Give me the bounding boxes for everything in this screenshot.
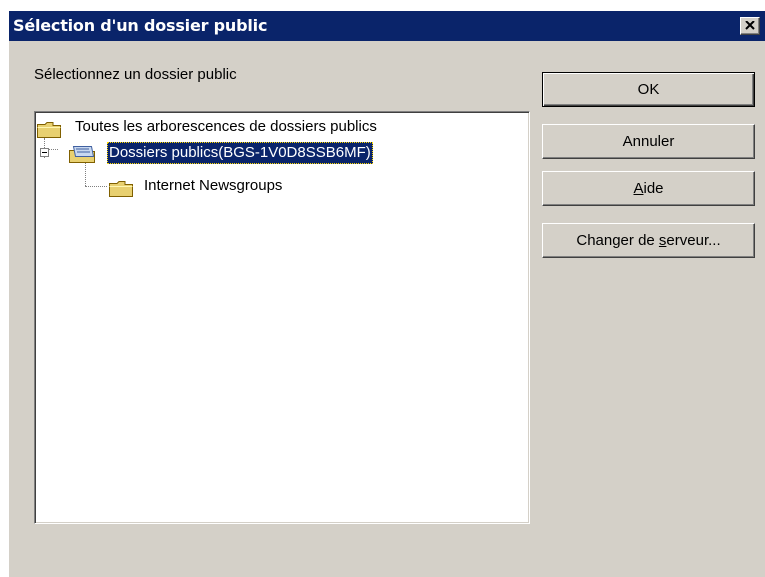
help-button[interactable]: Aide (542, 171, 755, 206)
tree-node-root[interactable]: Toutes les arborescences de dossiers pub… (35, 116, 505, 138)
button-label: ide (643, 180, 664, 197)
close-button[interactable] (740, 17, 760, 35)
ok-button[interactable]: OK (542, 72, 755, 107)
tree-node-server[interactable]: Dossiers publics(BGS-1V0D8SSB6MF) (35, 142, 505, 164)
button-label: Changer de (576, 232, 659, 249)
dialog-window: Sélection d'un dossier public Sélectionn… (8, 10, 765, 577)
cancel-button[interactable]: Annuler (542, 124, 755, 159)
tree-node-label: Toutes les arborescences de dossiers pub… (75, 118, 377, 135)
close-icon (745, 21, 755, 30)
folder-icon (109, 181, 133, 197)
mnemonic-letter: A (633, 180, 644, 197)
public-folders-icon (69, 146, 95, 163)
folder-icon (37, 122, 61, 138)
collapse-toggle[interactable] (40, 148, 49, 157)
title-bar[interactable]: Sélection d'un dossier public (9, 11, 765, 41)
change-server-button[interactable]: Changer de serveur... (542, 223, 755, 258)
dialog-title: Sélection d'un dossier public (13, 16, 268, 35)
prompt-label: Sélectionnez un dossier public (34, 66, 237, 83)
tree-node-child[interactable]: Internet Newsgroups (35, 175, 505, 197)
tree-node-label: Dossiers publics(BGS-1V0D8SSB6MF) (107, 142, 373, 164)
tree-node-label: Internet Newsgroups (144, 177, 283, 194)
folder-tree[interactable]: Toutes les arborescences de dossiers pub… (34, 111, 530, 524)
button-label: erveur... (666, 232, 721, 249)
